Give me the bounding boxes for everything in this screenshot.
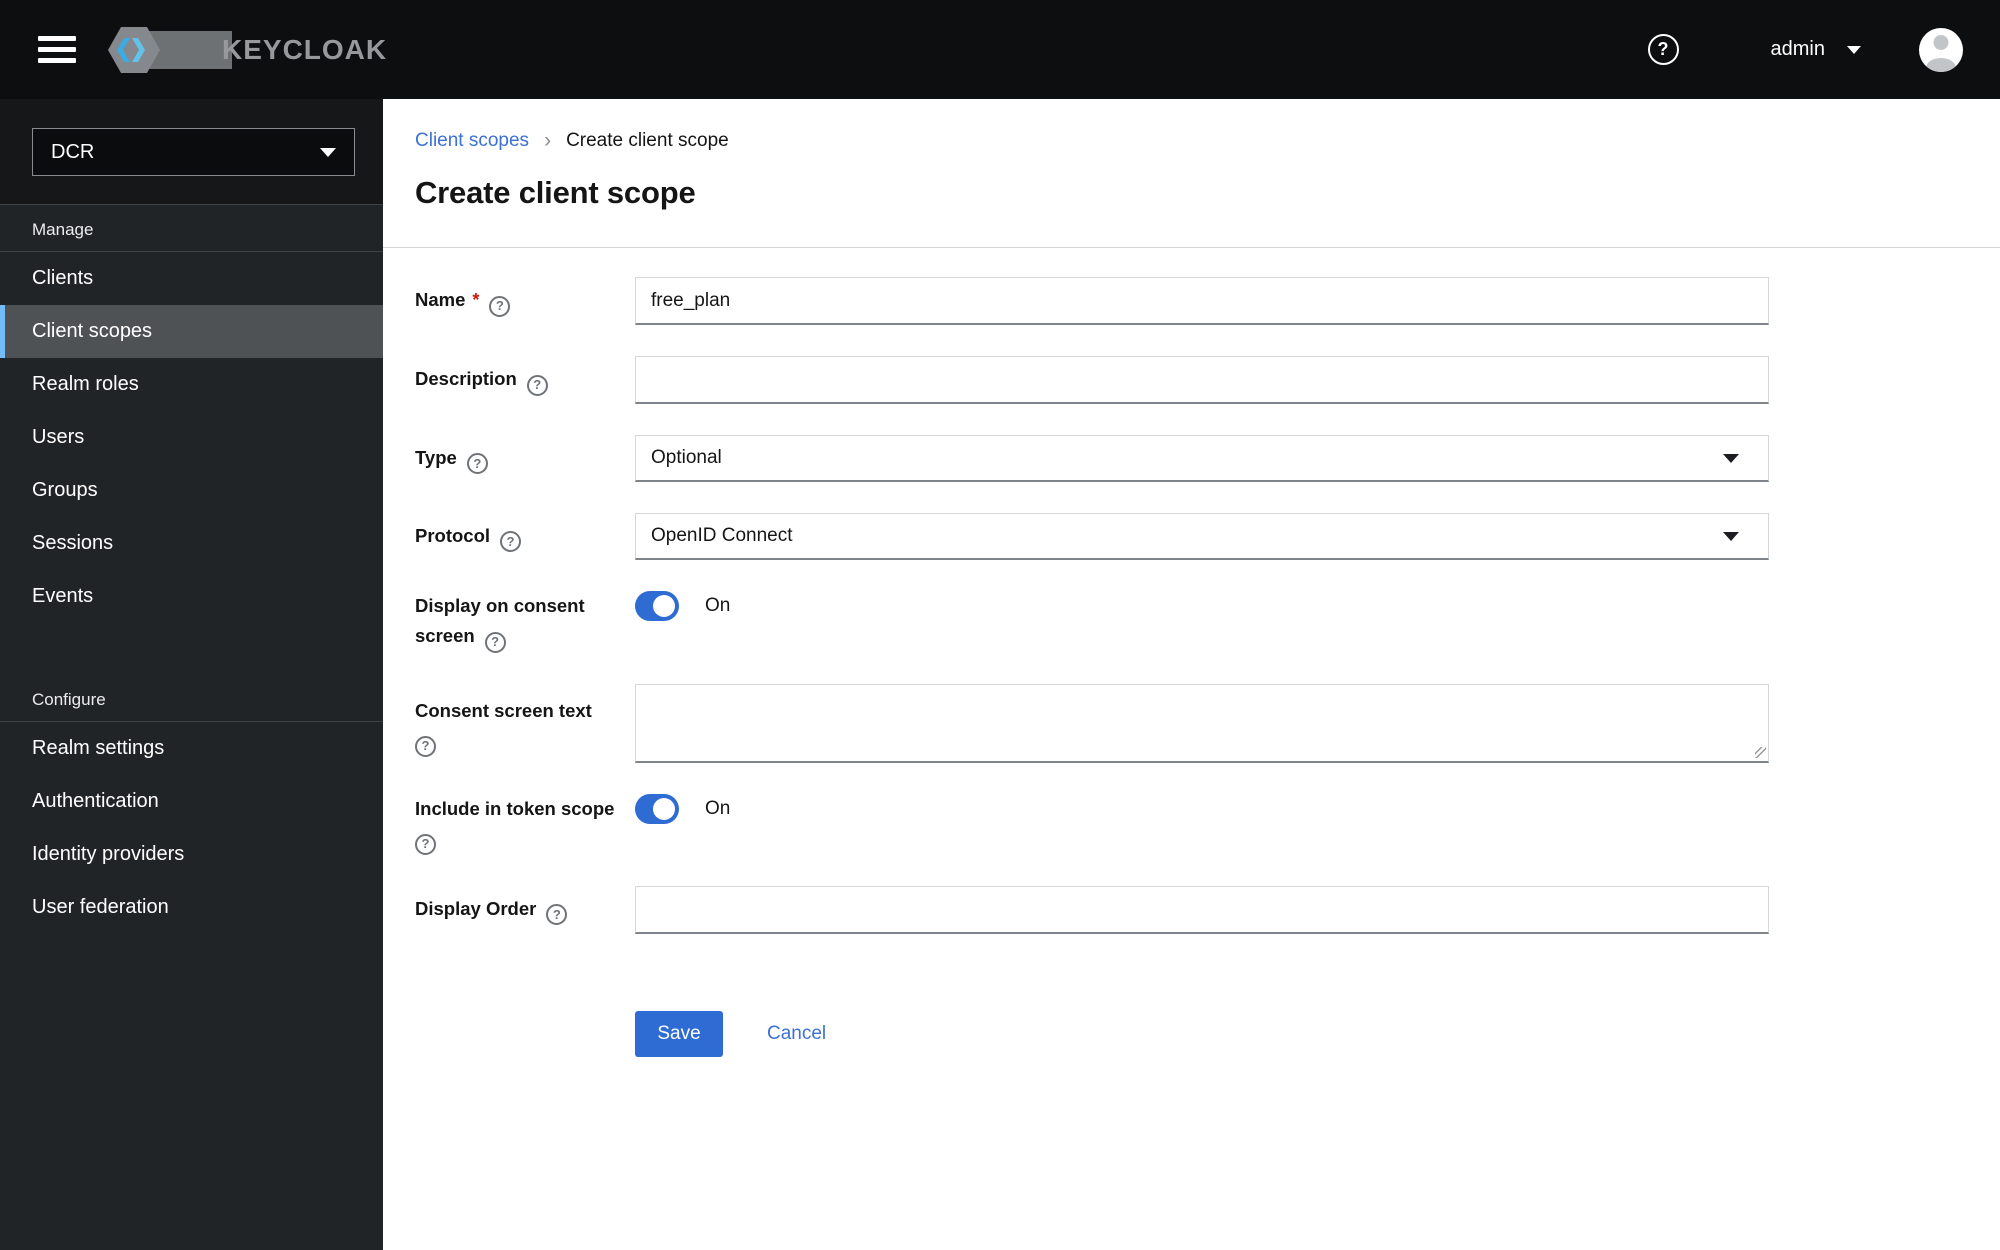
breadcrumb-client-scopes-link[interactable]: Client scopes (415, 129, 529, 153)
protocol-select-value: OpenID Connect (651, 525, 793, 546)
protocol-help-icon[interactable]: ? (500, 531, 522, 553)
required-asterisk: * (472, 290, 480, 311)
form-row-consent-text: Consent screen text ? (415, 683, 2000, 763)
sidebar-item-realm-settings[interactable]: Realm settings (0, 722, 383, 775)
avatar-person-icon (1933, 34, 1949, 50)
realm-name: DCR (51, 140, 95, 163)
consent-text-textarea[interactable] (635, 683, 1769, 763)
form-actions: Save Cancel (635, 1010, 2000, 1117)
realm-selector-area: DCR (0, 99, 383, 205)
sidebar-item-identity-providers[interactable]: Identity providers (0, 828, 383, 881)
type-select[interactable]: Optional (635, 435, 1769, 482)
form-row-protocol: Protocol? OpenID Connect (415, 513, 2000, 560)
sidebar-nav: Manage Clients Client scopes Realm roles Use… (0, 205, 383, 934)
keycloak-hexagon-icon (108, 26, 232, 73)
name-help-icon[interactable]: ? (489, 295, 511, 317)
display-on-consent-label: Display on consent screen? (415, 591, 635, 653)
page-header: Client scopes › Create client scope Crea… (383, 99, 2000, 248)
sidebar-item-users[interactable]: Users (0, 411, 383, 464)
include-in-token-help-icon[interactable]: ? (415, 833, 436, 855)
user-name: admin (1770, 38, 1825, 60)
keycloak-logo: KEYCLOAK (106, 25, 387, 75)
breadcrumb-separator-icon: › (544, 129, 552, 152)
cancel-button[interactable]: Cancel (767, 1023, 826, 1045)
help-icon[interactable]: ? (1647, 34, 1679, 65)
chevron-down-icon (1723, 531, 1739, 541)
form-row-description: Description? (415, 356, 2000, 404)
nav-section-configure: Configure Realm settings Authentication Ide… (0, 675, 383, 934)
include-in-token-label: Include in token scope ? (415, 794, 635, 855)
nav-section-title-configure: Configure (0, 675, 383, 722)
type-select-value: Optional (651, 447, 722, 468)
display-order-input[interactable] (635, 885, 1769, 934)
name-input[interactable] (635, 277, 1769, 325)
breadcrumb-current: Create client scope (566, 130, 729, 151)
sidebar-item-events[interactable]: Events (0, 570, 383, 623)
type-help-icon[interactable]: ? (466, 453, 488, 475)
sidebar-item-clients[interactable]: Clients (0, 252, 383, 305)
page-title: Create client scope (415, 175, 696, 210)
form-row-display-order: Display Order? (415, 885, 2000, 934)
name-label: Name *? (415, 285, 635, 317)
display-order-label: Display Order? (415, 894, 635, 926)
breadcrumb: Client scopes › Create client scope (415, 129, 1968, 153)
sidebar-item-client-scopes[interactable]: Client scopes (0, 305, 383, 358)
chevron-down-icon (1847, 45, 1861, 54)
sidebar-item-groups[interactable]: Groups (0, 464, 383, 517)
nav-list: Realm settings Authentication Identity pro… (0, 722, 383, 934)
form-row-include-in-token: Include in token scope ? On (415, 793, 2000, 855)
sidebar: DCR Manage Clients Client scopes Realm role… (0, 99, 383, 1250)
description-label: Description? (415, 364, 635, 396)
brand-text: KEYCLOAK (222, 33, 388, 65)
realm-selector[interactable]: DCR (32, 128, 355, 176)
protocol-label: Protocol? (415, 521, 635, 553)
avatar[interactable] (1919, 27, 1963, 72)
nav-toggle-icon[interactable] (38, 30, 76, 70)
form-row-type: Type? Optional (415, 435, 2000, 482)
nav-section-manage: Manage Clients Client scopes Realm roles Use… (0, 205, 383, 623)
display-on-consent-help-icon[interactable]: ? (484, 631, 506, 653)
consent-text-label: Consent screen text ? (415, 684, 635, 757)
sidebar-item-realm-roles[interactable]: Realm roles (0, 358, 383, 411)
masthead: KEYCLOAK ? admin (0, 0, 2000, 99)
sidebar-item-sessions[interactable]: Sessions (0, 517, 383, 570)
sidebar-item-user-federation[interactable]: User federation (0, 881, 383, 934)
description-input[interactable] (635, 356, 1769, 404)
user-menu[interactable]: admin (1771, 38, 1861, 61)
protocol-select[interactable]: OpenID Connect (635, 513, 1769, 560)
nav-section-title-manage: Manage (0, 205, 383, 252)
main-content: Client scopes › Create client scope Crea… (383, 99, 2000, 1250)
form-row-name: Name *? (415, 277, 2000, 325)
nav-list: Clients Client scopes Realm roles Users Grou… (0, 252, 383, 623)
display-on-consent-state: On (705, 595, 731, 616)
consent-text-help-icon[interactable]: ? (415, 735, 436, 757)
include-in-token-toggle[interactable] (635, 793, 679, 824)
display-on-consent-toggle[interactable] (635, 591, 679, 621)
create-client-scope-form: Name*? Description? Type? (383, 248, 2000, 1117)
save-button[interactable]: Save (635, 1010, 723, 1057)
chevron-down-icon (1723, 453, 1739, 463)
description-help-icon[interactable]: ? (526, 374, 548, 396)
include-in-token-state: On (705, 797, 731, 819)
form-row-display-on-consent: Display on consent screen? On (415, 591, 2000, 653)
display-order-help-icon[interactable]: ? (546, 904, 568, 926)
chevron-down-icon (320, 147, 336, 157)
sidebar-item-authentication[interactable]: Authentication (0, 775, 383, 828)
type-label: Type? (415, 443, 635, 475)
